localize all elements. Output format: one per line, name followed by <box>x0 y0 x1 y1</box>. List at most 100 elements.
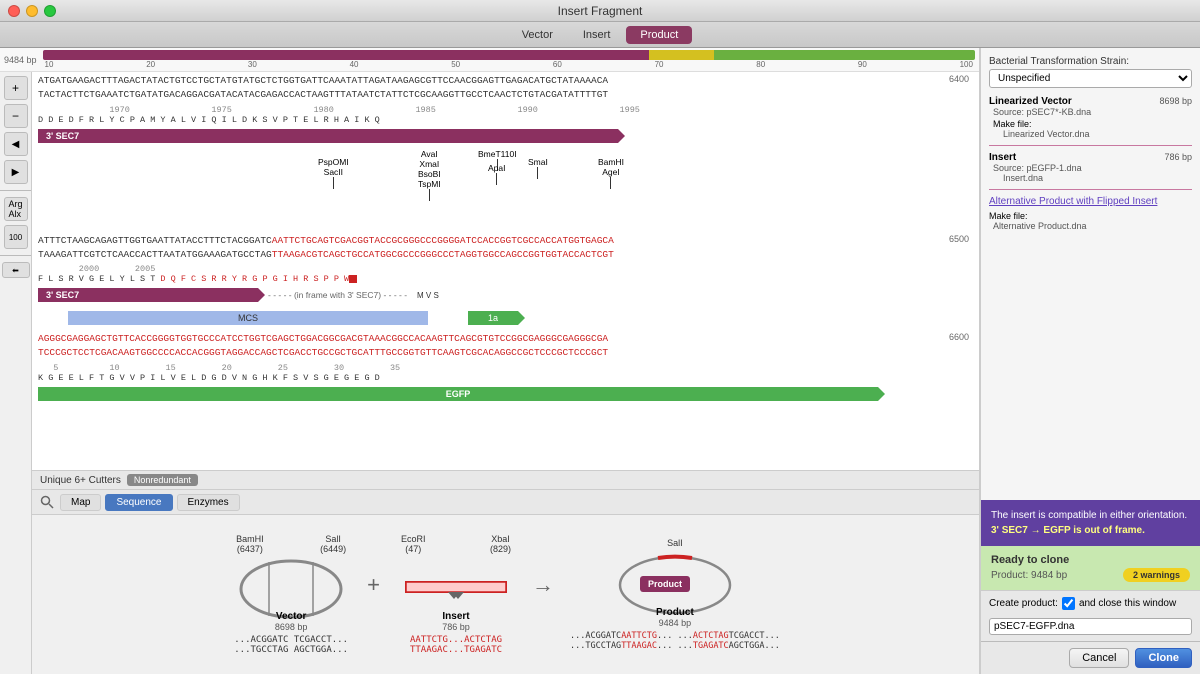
transformation-select-wrapper: Unspecified <box>989 69 1192 88</box>
tab-vector[interactable]: Vector <box>508 26 567 44</box>
insert-site2-label: XbaI <box>490 534 511 544</box>
seq-line-3: ATTTCTAAGCAGAGTTGGTGAATTATACCTTTCTACGGAT… <box>38 234 973 248</box>
seq-line-5: AGGGCGAGGAGCTGTTCACCGGGGTGGTGCCCATCCTGGT… <box>38 332 973 346</box>
misc-tool-button[interactable]: ⬅ <box>2 262 30 278</box>
aa-seq-3: K G E E L F T G V V P I L V E L D G D V … <box>38 373 973 383</box>
position-row-3: 5 10 15 20 25 30 35 <box>38 363 973 373</box>
vector-circle-svg <box>231 554 351 619</box>
sec7-gene-bar-1: 3' SEC7 <box>38 129 618 143</box>
vector-site1-pos: (6437) <box>236 544 264 554</box>
lv-file: Linearized Vector.dna <box>1003 129 1192 139</box>
main-layout: 9484 bp 10 20 30 40 50 60 70 80 90 100 <box>0 48 1200 674</box>
insert-site2-pos: (829) <box>490 544 511 554</box>
product-site-label: SalI <box>667 538 683 548</box>
seq-num-right-3: 6600 <box>949 332 969 342</box>
lv-bp: 8698 bp <box>1159 96 1192 106</box>
arrow-sign: → <box>532 572 554 598</box>
vector-site2-pos: (6449) <box>320 544 346 554</box>
tab-product[interactable]: Product <box>626 26 692 44</box>
restriction-labels: AvaIXmaIBsoBITspMI BmeT110I PspOMISacII <box>38 149 973 234</box>
product-size: 9484 bp <box>659 618 692 628</box>
pan-left-button[interactable]: ◀ <box>4 132 28 156</box>
egfp-bar-small: 1a <box>468 311 518 325</box>
tab-map[interactable]: Map <box>60 494 101 511</box>
create-label: Create product: <box>989 598 1058 609</box>
cancel-button[interactable]: Cancel <box>1069 648 1129 668</box>
mcs-track: MCS 1a <box>38 308 973 328</box>
lv-title: Linearized Vector <box>989 96 1072 107</box>
nonredundant-badge[interactable]: Nonredundant <box>127 474 198 486</box>
alt-file: Alternative Product.dna <box>993 221 1192 231</box>
linearized-vector-section: Linearized Vector 8698 bp Source: pSEC7*… <box>989 96 1192 139</box>
right-panel: Bacterial Transformation Strain: Unspeci… <box>980 48 1200 674</box>
egfp-track: EGFP <box>38 385 973 403</box>
lv-make-file-row: Make file: <box>993 119 1192 129</box>
transformation-field: Bacterial Transformation Strain: Unspeci… <box>989 56 1192 88</box>
zoom-pct-button[interactable]: 100 <box>4 225 28 249</box>
insert-source: pEGFP-1.dna <box>1027 163 1082 173</box>
insert-size: 786 bp <box>442 622 470 632</box>
tab-enzymes[interactable]: Enzymes <box>177 494 240 511</box>
lv-source: pSEC7*-KB.dna <box>1027 107 1092 117</box>
vector-diagram: BamHI (6437) SalI (6449) <box>231 534 351 655</box>
lv-source-row: Source: pSEC7*-KB.dna <box>993 107 1192 117</box>
titlebar: Insert Fragment <box>0 0 1200 22</box>
insert-file: Insert.dna <box>1003 173 1192 183</box>
vector-size: 8698 bp <box>275 622 308 632</box>
seq-line-4: TAAAGATTCGTCTCAACCACTTAATATGGAAAGATGCCTA… <box>38 248 973 262</box>
sequence-panel: 9484 bp 10 20 30 40 50 60 70 80 90 100 <box>0 48 980 674</box>
insert-name: Insert <box>442 611 469 622</box>
seq-line-1: ATGATGAAGACTTTAGACTATACTGTCCTGCTATGTATGC… <box>38 74 973 88</box>
cutters-label: Unique 6+ Cutters <box>40 475 121 486</box>
close-button[interactable] <box>8 5 20 17</box>
tab-bar: Vector Insert Product <box>0 22 1200 48</box>
tab-sequence[interactable]: Sequence <box>105 494 172 511</box>
vector-seq-bot: ...TGCCTAG AGCTGGA... <box>234 645 348 655</box>
create-product-checkbox[interactable] <box>1062 597 1075 610</box>
vector-seq-top: ...ACGGATC TCGACCT... <box>234 635 348 645</box>
zoom-in-button[interactable]: + <box>4 76 28 100</box>
transformation-select[interactable]: Unspecified <box>989 69 1192 88</box>
clone-button[interactable]: Clone <box>1135 648 1192 668</box>
right-panel-top: Bacterial Transformation Strain: Unspeci… <box>981 48 1200 500</box>
zoom-out-button[interactable]: − <box>4 104 28 128</box>
filename-row: pSEC7-EGFP.dna <box>981 616 1200 641</box>
svg-text:Product: Product <box>648 579 682 589</box>
vector-name: Vector <box>276 611 307 622</box>
vector-site1-label: BamHI <box>236 534 264 544</box>
maximize-button[interactable] <box>44 5 56 17</box>
alt-product-link[interactable]: Alternative Product with Flipped Insert <box>989 196 1192 207</box>
position-row-1: 1970 1975 1980 1985 1990 1995 <box>38 105 973 115</box>
insert-section: Insert 786 bp Source: pEGFP-1.dna Insert… <box>989 152 1192 183</box>
filename-input[interactable]: pSEC7-EGFP.dna <box>989 618 1192 635</box>
lv-source-label: Source: <box>993 107 1024 117</box>
window-controls <box>8 5 56 17</box>
vector-site2-label: SalI <box>320 534 346 544</box>
warnings-badge[interactable]: 2 warnings <box>1123 568 1190 582</box>
aa-seq-1: D D E D F R L Y C P A M Y A L V I Q I L … <box>38 115 973 125</box>
insert-svg <box>396 554 516 619</box>
bottom-buttons: Cancel Clone <box>981 641 1200 674</box>
tool-panel: + − ◀ ▶ ArgAlx 100 ⬅ <box>0 72 32 674</box>
and-close-label: and close this window <box>1079 598 1176 609</box>
plus-sign: + <box>367 572 380 598</box>
product-diagram: SalI Product Product 9484 bp <box>570 538 780 651</box>
minimize-button[interactable] <box>26 5 38 17</box>
seq-line-6: TCCCGCTCCTCGACAAGTGGCCCCACCACGGGTAGGACCA… <box>38 346 973 360</box>
alt-make-file-row: Make file: <box>989 211 1192 221</box>
seq-line-2: TACTACTTCTGAAATCTGATATGACAGGACGATACATACG… <box>38 88 973 102</box>
bp-label: 9484 bp <box>4 55 37 65</box>
search-icon-btn[interactable] <box>38 493 56 511</box>
sequence-scroll[interactable]: ATGATGAAGACTTTAGACTATACTGTCCTGCTATGTATGC… <box>32 72 979 470</box>
divider-1 <box>989 145 1192 146</box>
select-tool-button[interactable]: ArgAlx <box>4 197 28 221</box>
window-title: Insert Fragment <box>558 4 643 18</box>
sequence-content: ATGATGAAGACTTTAGACTATACTGTCCTGCTATGTATGC… <box>32 72 979 674</box>
ready-label: Ready to clone <box>991 554 1190 566</box>
position-row-2: 2000 2005 <box>38 264 973 274</box>
alt-product-section: Alternative Product with Flipped Insert … <box>989 196 1192 231</box>
tab-insert[interactable]: Insert <box>569 26 625 44</box>
pan-right-button[interactable]: ▶ <box>4 160 28 184</box>
seq-num-right-1: 6400 <box>949 74 969 84</box>
status-bar: Unique 6+ Cutters Nonredundant <box>32 470 979 489</box>
